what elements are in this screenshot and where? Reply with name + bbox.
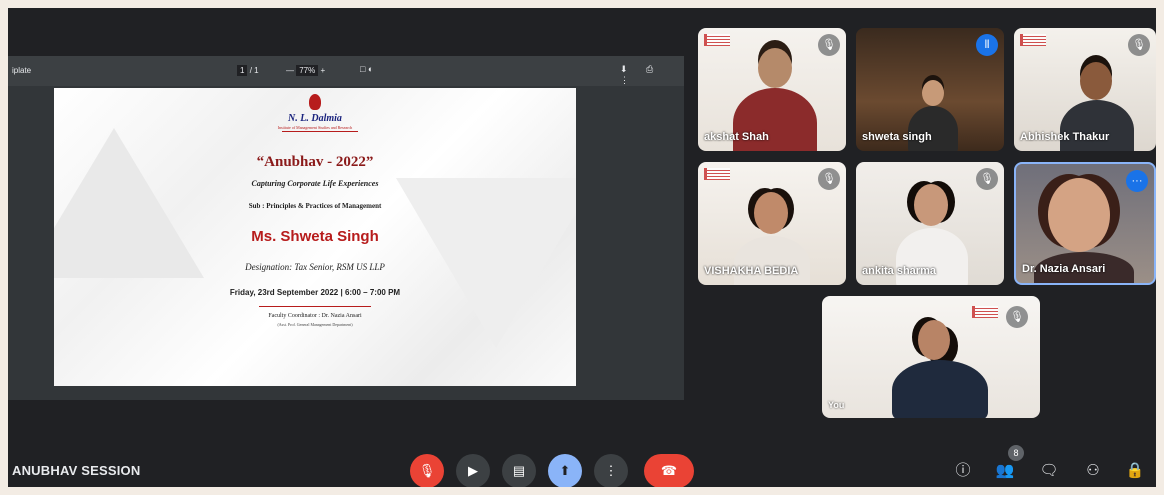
more-options-icon[interactable]: ··· xyxy=(1126,170,1148,192)
page-total: 1 xyxy=(254,66,259,75)
participant-count-badge: 8 xyxy=(1008,445,1024,461)
participant-name: VISHAKHA BEDIA xyxy=(704,265,799,277)
zoom-level[interactable]: 77% xyxy=(296,65,319,76)
more-options-button[interactable]: ⋮ xyxy=(594,454,628,487)
participant-tile-self[interactable]: 🎙 You xyxy=(822,296,1040,418)
zoom-control[interactable]: — 77% + xyxy=(286,65,325,76)
presentation-area: iplate 1 / 1 — 77% + □ ◐ ⬇ ⎙ ⋮ N. L. Dal… xyxy=(8,56,684,400)
logo-divider xyxy=(282,131,358,132)
participant-body xyxy=(892,360,988,418)
participant-head xyxy=(758,48,792,88)
activities-icon[interactable]: ⚇ xyxy=(1082,460,1104,482)
participant-head xyxy=(754,192,788,234)
participant-head xyxy=(918,320,950,360)
chat-icon[interactable]: 🗨 xyxy=(1038,460,1060,482)
mic-off-icon: 🎙 xyxy=(1006,306,1028,328)
presentation-slide: N. L. Dalmia Institute of Management Stu… xyxy=(54,88,576,386)
page-current[interactable]: 1 xyxy=(237,65,248,76)
participant-tile[interactable]: ··· Dr. Nazia Ansari xyxy=(1014,162,1156,285)
end-call-button[interactable]: ☎ xyxy=(644,454,694,487)
info-icon[interactable]: ⓘ xyxy=(952,460,974,482)
meeting-title: ANUBHAV SESSION xyxy=(12,463,141,478)
background-logo xyxy=(1020,34,1046,46)
participant-body xyxy=(734,236,810,285)
meet-window: iplate 1 / 1 — 77% + □ ◐ ⬇ ⎙ ⋮ N. L. Dal… xyxy=(8,8,1156,487)
mic-off-icon: 🎙 xyxy=(976,168,998,190)
slide-designation: Designation: Tax Senior, RSM US LLP xyxy=(245,262,385,272)
present-button[interactable]: ⬆ xyxy=(548,454,582,487)
participant-tile[interactable]: 🎙 VISHAKHA BEDIA xyxy=(698,162,846,285)
participant-head xyxy=(914,184,948,226)
slide-subject: Sub : Principles & Practices of Manageme… xyxy=(248,202,382,210)
slide-tagline: Capturing Corporate Life Experiences xyxy=(251,179,379,188)
captions-button[interactable]: ▤ xyxy=(502,454,536,487)
participant-head xyxy=(922,80,944,106)
participant-name: You xyxy=(828,400,845,410)
institute-logo-icon xyxy=(309,94,321,110)
slide-coordinator-role: (Asst. Prof. General Management Departme… xyxy=(277,322,353,327)
participant-tile[interactable]: 🎙 ankita sharma xyxy=(856,162,1004,285)
participant-body xyxy=(1060,100,1134,151)
background-logo xyxy=(972,306,998,318)
mic-off-icon: 🎙 xyxy=(1128,34,1150,56)
slide-speaker: Ms. Shweta Singh xyxy=(251,228,379,245)
host-controls-icon[interactable]: 🔒 xyxy=(1124,460,1146,482)
zoom-in-button[interactable]: + xyxy=(320,66,325,75)
fit-rotate-icons[interactable]: □ ◐ xyxy=(360,64,373,74)
participant-name: Abhishek Thakur xyxy=(1020,131,1110,143)
page-indicator[interactable]: 1 / 1 xyxy=(237,65,259,76)
mic-toggle-button[interactable]: 🎙 xyxy=(410,454,444,487)
participant-head xyxy=(1048,178,1110,252)
pdf-toolbar: iplate 1 / 1 — 77% + □ ◐ ⬇ ⎙ ⋮ xyxy=(8,56,684,86)
participant-body xyxy=(908,106,958,151)
document-name: iplate xyxy=(12,66,32,75)
slide-title: “Anubhav - 2022” xyxy=(256,154,374,170)
participant-name: shweta singh xyxy=(862,131,932,143)
download-print-more-icons[interactable]: ⬇ ⎙ ⋮ xyxy=(620,64,684,86)
people-icon[interactable]: 👥 xyxy=(994,460,1016,482)
slide-coordinator: Faculty Coordinator : Dr. Nazia Ansari xyxy=(268,313,362,319)
slide-date-time: Friday, 23rd September 2022 | 6:00 – 7:0… xyxy=(229,288,401,297)
zoom-out-button[interactable]: — xyxy=(286,66,294,75)
speaking-icon: ⦀ xyxy=(976,34,998,56)
participant-tile[interactable]: 🎙 akshat Shah xyxy=(698,28,846,151)
institute-subtitle: Institute of Management Studies and Rese… xyxy=(277,125,353,130)
slide-divider xyxy=(259,306,371,307)
background-logo xyxy=(704,34,730,46)
mic-off-icon: 🎙 xyxy=(818,168,840,190)
mic-off-icon: 🎙 xyxy=(818,34,840,56)
participant-name: akshat Shah xyxy=(704,131,769,143)
participant-tile[interactable]: 🎙 Abhishek Thakur xyxy=(1014,28,1156,151)
participant-head xyxy=(1080,62,1112,100)
background-logo xyxy=(704,168,730,180)
institute-name: N. L. Dalmia xyxy=(288,113,342,124)
participant-tile[interactable]: ⦀ shweta singh xyxy=(856,28,1004,151)
participant-name: Dr. Nazia Ansari xyxy=(1022,263,1106,275)
camera-toggle-button[interactable]: ▶ xyxy=(456,454,490,487)
participant-name: ankita sharma xyxy=(862,265,936,277)
